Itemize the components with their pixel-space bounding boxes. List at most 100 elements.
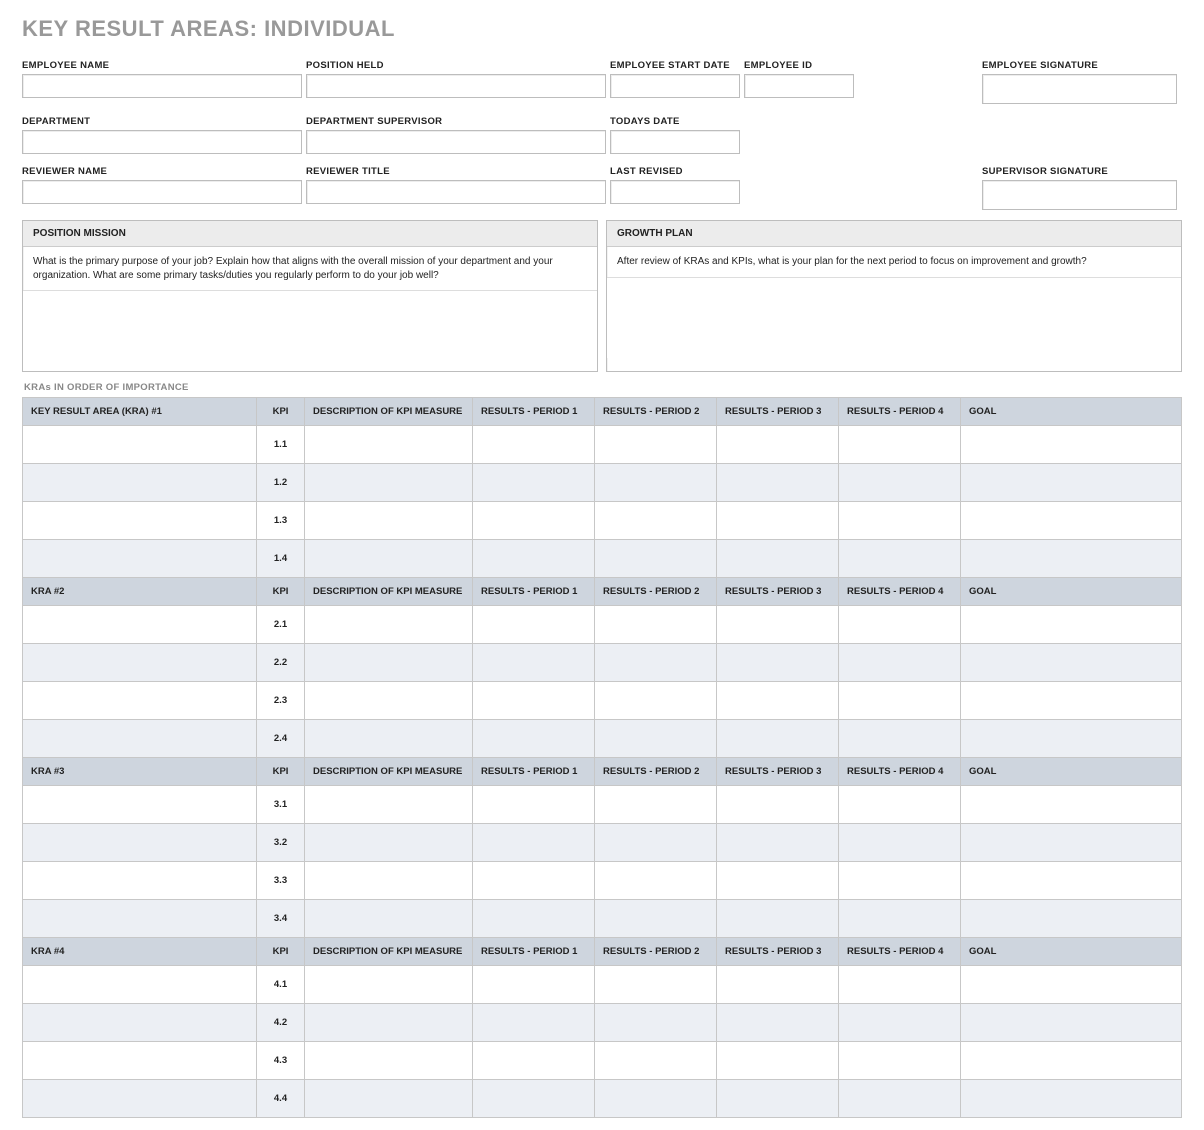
result-p4-cell[interactable] xyxy=(839,862,961,900)
result-p2-cell[interactable] xyxy=(595,540,717,578)
goal-cell[interactable] xyxy=(961,1042,1182,1080)
kra-name-cell[interactable] xyxy=(23,720,257,758)
result-p1-cell[interactable] xyxy=(473,720,595,758)
result-p1-cell[interactable] xyxy=(473,682,595,720)
result-p1-cell[interactable] xyxy=(473,786,595,824)
result-p4-cell[interactable] xyxy=(839,720,961,758)
result-p3-cell[interactable] xyxy=(717,900,839,938)
result-p2-cell[interactable] xyxy=(595,464,717,502)
result-p4-cell[interactable] xyxy=(839,966,961,1004)
result-p3-cell[interactable] xyxy=(717,824,839,862)
input-reviewer-name[interactable] xyxy=(22,180,302,204)
result-p2-cell[interactable] xyxy=(595,1042,717,1080)
panel-body-mission[interactable] xyxy=(23,291,597,371)
result-p4-cell[interactable] xyxy=(839,644,961,682)
result-p3-cell[interactable] xyxy=(717,786,839,824)
result-p3-cell[interactable] xyxy=(717,682,839,720)
kra-name-cell[interactable] xyxy=(23,644,257,682)
result-p2-cell[interactable] xyxy=(595,786,717,824)
goal-cell[interactable] xyxy=(961,1004,1182,1042)
kra-name-cell[interactable] xyxy=(23,1042,257,1080)
kpi-desc-cell[interactable] xyxy=(305,502,473,540)
result-p1-cell[interactable] xyxy=(473,606,595,644)
result-p2-cell[interactable] xyxy=(595,1004,717,1042)
result-p2-cell[interactable] xyxy=(595,606,717,644)
result-p3-cell[interactable] xyxy=(717,1080,839,1118)
input-department-supervisor[interactable] xyxy=(306,130,606,154)
input-department[interactable] xyxy=(22,130,302,154)
result-p1-cell[interactable] xyxy=(473,426,595,464)
goal-cell[interactable] xyxy=(961,1080,1182,1118)
input-start-date[interactable] xyxy=(610,74,740,98)
panel-body-growth[interactable] xyxy=(607,278,1181,358)
input-employee-id[interactable] xyxy=(744,74,854,98)
result-p3-cell[interactable] xyxy=(717,502,839,540)
result-p3-cell[interactable] xyxy=(717,426,839,464)
result-p1-cell[interactable] xyxy=(473,644,595,682)
input-reviewer-title[interactable] xyxy=(306,180,606,204)
result-p4-cell[interactable] xyxy=(839,426,961,464)
result-p1-cell[interactable] xyxy=(473,464,595,502)
kpi-desc-cell[interactable] xyxy=(305,464,473,502)
result-p2-cell[interactable] xyxy=(595,502,717,540)
goal-cell[interactable] xyxy=(961,900,1182,938)
result-p4-cell[interactable] xyxy=(839,682,961,720)
result-p3-cell[interactable] xyxy=(717,540,839,578)
kra-name-cell[interactable] xyxy=(23,1080,257,1118)
kpi-desc-cell[interactable] xyxy=(305,786,473,824)
result-p2-cell[interactable] xyxy=(595,644,717,682)
kpi-desc-cell[interactable] xyxy=(305,644,473,682)
result-p2-cell[interactable] xyxy=(595,720,717,758)
input-employee-name[interactable] xyxy=(22,74,302,98)
result-p3-cell[interactable] xyxy=(717,464,839,502)
result-p2-cell[interactable] xyxy=(595,682,717,720)
result-p4-cell[interactable] xyxy=(839,786,961,824)
kpi-desc-cell[interactable] xyxy=(305,824,473,862)
result-p4-cell[interactable] xyxy=(839,540,961,578)
result-p1-cell[interactable] xyxy=(473,824,595,862)
result-p3-cell[interactable] xyxy=(717,644,839,682)
kra-name-cell[interactable] xyxy=(23,966,257,1004)
kra-name-cell[interactable] xyxy=(23,502,257,540)
kra-name-cell[interactable] xyxy=(23,682,257,720)
result-p4-cell[interactable] xyxy=(839,824,961,862)
result-p4-cell[interactable] xyxy=(839,1004,961,1042)
result-p1-cell[interactable] xyxy=(473,502,595,540)
result-p4-cell[interactable] xyxy=(839,1042,961,1080)
goal-cell[interactable] xyxy=(961,502,1182,540)
result-p2-cell[interactable] xyxy=(595,824,717,862)
goal-cell[interactable] xyxy=(961,426,1182,464)
result-p2-cell[interactable] xyxy=(595,1080,717,1118)
kpi-desc-cell[interactable] xyxy=(305,966,473,1004)
result-p2-cell[interactable] xyxy=(595,426,717,464)
result-p2-cell[interactable] xyxy=(595,966,717,1004)
kpi-desc-cell[interactable] xyxy=(305,1080,473,1118)
kra-name-cell[interactable] xyxy=(23,464,257,502)
kpi-desc-cell[interactable] xyxy=(305,540,473,578)
kpi-desc-cell[interactable] xyxy=(305,720,473,758)
kra-name-cell[interactable] xyxy=(23,900,257,938)
input-position-held[interactable] xyxy=(306,74,606,98)
input-supervisor-signature[interactable] xyxy=(982,180,1177,210)
result-p1-cell[interactable] xyxy=(473,862,595,900)
result-p1-cell[interactable] xyxy=(473,966,595,1004)
goal-cell[interactable] xyxy=(961,720,1182,758)
kpi-desc-cell[interactable] xyxy=(305,426,473,464)
kpi-desc-cell[interactable] xyxy=(305,682,473,720)
kpi-desc-cell[interactable] xyxy=(305,1042,473,1080)
result-p1-cell[interactable] xyxy=(473,1042,595,1080)
result-p3-cell[interactable] xyxy=(717,862,839,900)
result-p4-cell[interactable] xyxy=(839,464,961,502)
result-p2-cell[interactable] xyxy=(595,900,717,938)
goal-cell[interactable] xyxy=(961,862,1182,900)
kpi-desc-cell[interactable] xyxy=(305,862,473,900)
kpi-desc-cell[interactable] xyxy=(305,1004,473,1042)
goal-cell[interactable] xyxy=(961,786,1182,824)
kra-name-cell[interactable] xyxy=(23,862,257,900)
result-p3-cell[interactable] xyxy=(717,606,839,644)
goal-cell[interactable] xyxy=(961,606,1182,644)
result-p3-cell[interactable] xyxy=(717,966,839,1004)
result-p4-cell[interactable] xyxy=(839,502,961,540)
result-p4-cell[interactable] xyxy=(839,1080,961,1118)
result-p3-cell[interactable] xyxy=(717,1042,839,1080)
